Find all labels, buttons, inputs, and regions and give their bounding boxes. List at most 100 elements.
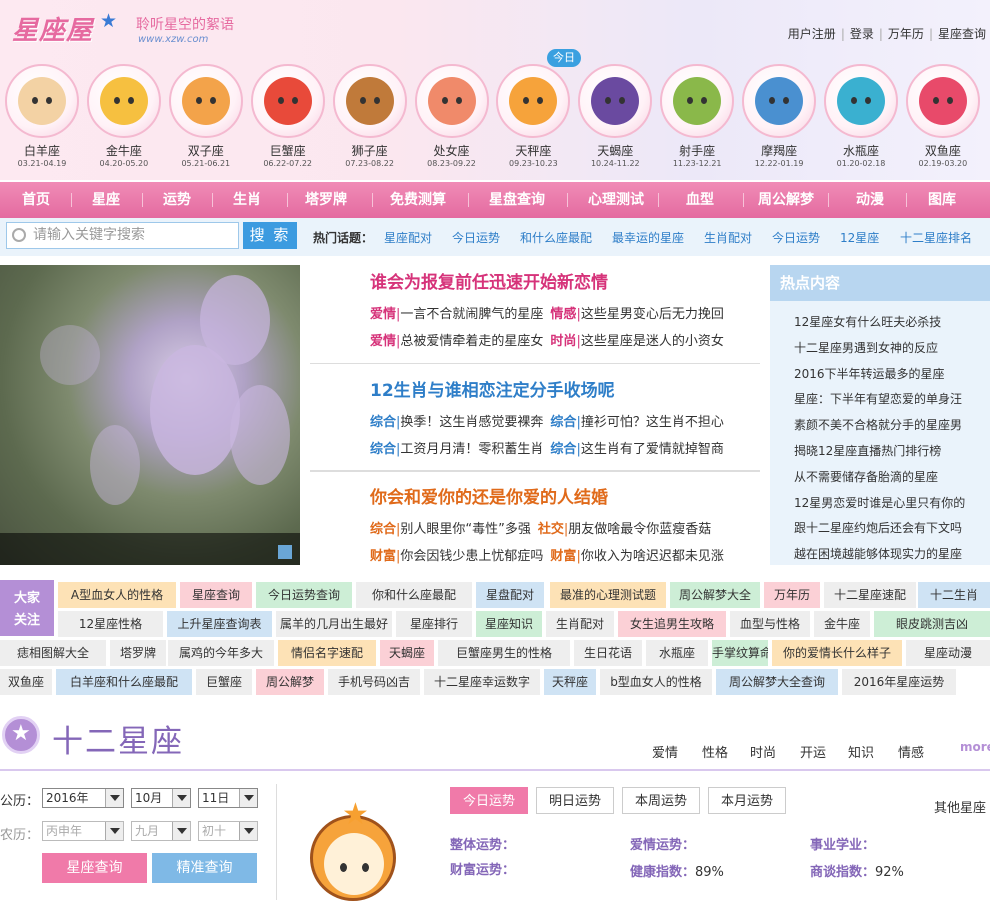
tag-link[interactable]: 2016年星座运势 xyxy=(842,669,956,695)
nav-10[interactable]: 周公解梦 xyxy=(741,182,831,218)
tag-link[interactable]: 属羊的几月出生最好 xyxy=(276,611,392,637)
zodiac-sign[interactable]: 处女座 08.23-09.22 xyxy=(414,64,490,168)
lunar-day-select[interactable]: 初十 xyxy=(198,821,258,841)
hot-content-item[interactable]: 星座：下半年有望恋爱的单身汪 xyxy=(794,390,962,407)
lunar-year-select[interactable]: 丙申年 (2016) xyxy=(42,821,124,841)
sign-query-button[interactable]: 星座查询 xyxy=(42,853,147,883)
tag-link[interactable]: 痣相图解大全 xyxy=(0,640,106,666)
nav-7[interactable]: 星盘查询 xyxy=(470,182,564,218)
search-input[interactable]: 请输入关键字搜索 xyxy=(6,222,239,249)
feature-link[interactable]: 综合|撞衫可怕？这生肖不担心 xyxy=(550,415,723,430)
fortune-tab[interactable]: 今日运势 xyxy=(450,787,528,814)
feature-link[interactable]: 综合|工资月月清！零积蓄生肖 xyxy=(370,442,543,457)
tag-link[interactable]: 塔罗牌 xyxy=(110,640,166,666)
sign-query-link[interactable]: 星座查询 xyxy=(938,27,986,41)
search-button[interactable]: 搜 索 xyxy=(243,222,297,249)
tag-link[interactable]: 你和什么座最配 xyxy=(356,582,472,608)
tag-link[interactable]: 你的爱情长什么样子 xyxy=(772,640,902,666)
nav-9[interactable]: 血型 xyxy=(665,182,735,218)
solar-day-select[interactable]: 11日 xyxy=(198,788,258,808)
tag-link[interactable]: 手机号码凶吉 xyxy=(328,669,420,695)
sign-avatar[interactable] xyxy=(332,64,407,138)
nav-3[interactable]: 运势 xyxy=(142,182,212,218)
nav-11[interactable]: 动漫 xyxy=(835,182,905,218)
zodiac-sign[interactable]: 双鱼座 02.19-03.20 xyxy=(905,64,981,168)
tag-link[interactable]: 生肖配对 xyxy=(546,611,614,637)
feature-link[interactable]: 财富|你会因钱少患上忧郁症吗 xyxy=(370,549,543,564)
hot-topic-link[interactable]: 今日运势 xyxy=(452,229,500,246)
hot-content-item[interactable]: 2016下半年转运最多的星座 xyxy=(794,365,945,382)
feature-title[interactable]: 12生肖与谁相恋注定分手收场呢 xyxy=(370,376,615,401)
nav-12[interactable]: 图库 xyxy=(907,182,977,218)
feature-link[interactable]: 情感|这些星男变心后无力挽回 xyxy=(550,307,723,322)
zodiac-sign[interactable]: 水瓶座 01.20-02.18 xyxy=(823,64,899,168)
tag-link[interactable]: 双鱼座 xyxy=(0,669,52,695)
feature-link[interactable]: 时尚|这些星座是迷人的小资女 xyxy=(550,334,723,349)
login-link[interactable]: 登录 xyxy=(850,27,874,41)
tag-link[interactable]: 金牛座 xyxy=(814,611,870,637)
tag-link[interactable]: 天秤座 xyxy=(544,669,596,695)
nav-8[interactable]: 心理测试 xyxy=(571,182,661,218)
tag-link[interactable]: 白羊座和什么座最配 xyxy=(56,669,192,695)
sign-avatar[interactable] xyxy=(414,64,489,138)
tag-link[interactable]: 星座动漫 xyxy=(906,640,990,666)
hot-topic-link[interactable]: 星座配对 xyxy=(384,229,432,246)
sign-avatar[interactable] xyxy=(250,64,325,138)
calendar-link[interactable]: 万年历 xyxy=(888,27,924,41)
tag-link[interactable]: 星盘配对 xyxy=(476,582,544,608)
feature-link[interactable]: 综合|别人眼里你“毒性”多强 xyxy=(370,522,531,537)
nav-5[interactable]: 塔罗牌 xyxy=(291,182,361,218)
feature-title[interactable]: 谁会为报复前任迅速开始新恋情 xyxy=(370,268,608,293)
section-tab[interactable]: 情感 xyxy=(898,742,924,761)
fortune-tab[interactable]: 本周运势 xyxy=(622,787,700,814)
sign-avatar[interactable] xyxy=(742,64,817,138)
tag-link[interactable]: 上升星座查询表 xyxy=(167,611,272,637)
zodiac-sign[interactable]: 双子座 05.21-06.21 xyxy=(168,64,244,168)
tag-link[interactable]: 眼皮跳测吉凶 xyxy=(874,611,990,637)
tag-link[interactable]: 12星座性格 xyxy=(58,611,163,637)
feature-title[interactable]: 你会和爱你的还是你爱的人结婚 xyxy=(370,483,608,508)
tag-link[interactable]: 星座知识 xyxy=(476,611,542,637)
nav-1[interactable]: 首页 xyxy=(1,182,71,218)
section-tab[interactable]: 时尚 xyxy=(750,742,776,761)
hot-content-item[interactable]: 十二星座男遇到女神的反应 xyxy=(794,339,938,356)
section-tab[interactable]: 知识 xyxy=(848,742,874,761)
feature-link[interactable]: 综合|换季！这生肖感觉要裸奔 xyxy=(370,415,543,430)
sign-avatar[interactable] xyxy=(86,64,161,138)
hot-topic-link[interactable]: 12星座 xyxy=(840,229,879,246)
feature-link[interactable]: 爱情|总被爱情牵着走的星座女 xyxy=(370,334,543,349)
tag-link[interactable]: 巨蟹座男生的性格 xyxy=(438,640,570,666)
sign-avatar[interactable] xyxy=(5,64,79,138)
sign-avatar[interactable] xyxy=(496,64,571,138)
hot-topic-link[interactable]: 和什么座最配 xyxy=(520,229,592,246)
hot-topic-link[interactable]: 十二星座排名 xyxy=(900,229,972,246)
feature-photo[interactable] xyxy=(0,265,300,565)
nav-4[interactable]: 生肖 xyxy=(212,182,282,218)
tag-link[interactable]: 最准的心理测试题 xyxy=(550,582,666,608)
feature-link[interactable]: 爱情|一言不合就闹脾气的星座 xyxy=(370,307,543,322)
sign-avatar[interactable] xyxy=(660,64,735,138)
tag-link[interactable]: 十二星座速配 xyxy=(824,582,916,608)
zodiac-sign[interactable]: 天蝎座 10.24-11.22 xyxy=(577,64,653,168)
hot-content-item[interactable]: 越在困境越能够体现实力的星座 xyxy=(794,545,962,562)
site-logo[interactable]: 星座屋 ★ 聆听星空的絮语 www.xzw.com xyxy=(8,8,248,52)
zodiac-sign[interactable]: 金牛座 04.20-05.20 xyxy=(86,64,162,168)
hot-content-item[interactable]: 从不需要储存备胎滴的星座 xyxy=(794,468,938,485)
nav-2[interactable]: 星座 xyxy=(71,182,141,218)
solar-year-select[interactable]: 2016年 xyxy=(42,788,124,808)
tag-link[interactable]: 手掌纹算命 xyxy=(712,640,768,666)
hot-topic-link[interactable]: 生肖配对 xyxy=(704,229,752,246)
section-tab[interactable]: 性格 xyxy=(702,742,728,761)
tag-link[interactable]: 血型与性格 xyxy=(730,611,810,637)
feature-link[interactable]: 社交|朋友做啥最令你蓝瘦香菇 xyxy=(538,522,711,537)
tag-link[interactable]: b型血女人的性格 xyxy=(600,669,712,695)
feature-link[interactable]: 财富|你收入为啥迟迟都未见涨 xyxy=(550,549,723,564)
tag-link[interactable]: 水瓶座 xyxy=(646,640,708,666)
section-tab[interactable]: 开运 xyxy=(800,742,826,761)
feature-link[interactable]: 综合|这生肖有了爱情就掉智商 xyxy=(550,442,723,457)
tag-link[interactable]: 星座查询 xyxy=(180,582,252,608)
register-link[interactable]: 用户注册 xyxy=(788,27,836,41)
tag-link[interactable]: 周公解梦 xyxy=(256,669,324,695)
tag-link[interactable]: 今日运势查询 xyxy=(256,582,352,608)
zodiac-sign[interactable]: 狮子座 07.23-08.22 xyxy=(332,64,408,168)
